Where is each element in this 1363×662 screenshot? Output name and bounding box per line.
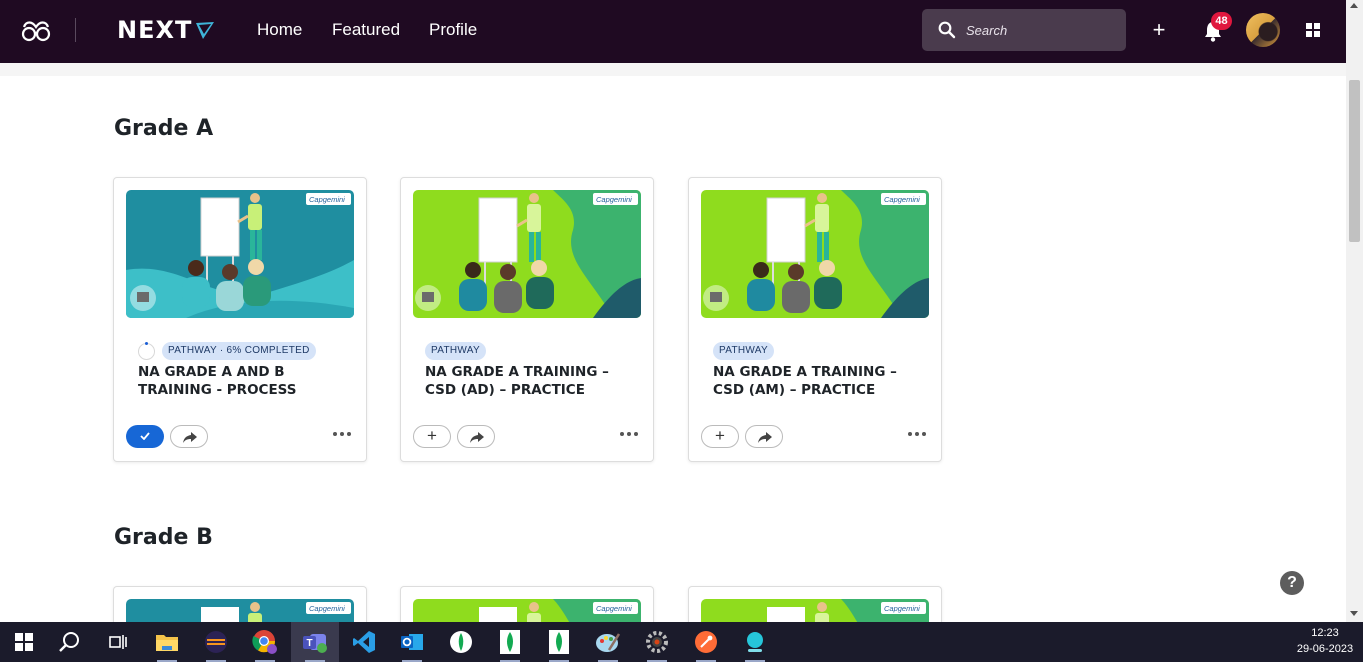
share-arrow-icon	[470, 432, 484, 443]
course-title[interactable]: NA GRADE A AND B TRAINING - PROCESS	[138, 363, 353, 399]
course-thumbnail[interactable]: Capgemini	[126, 190, 354, 318]
mongodb-atlas-icon[interactable]	[535, 622, 583, 662]
svg-text:Capgemini: Capgemini	[309, 604, 345, 613]
progress-ring	[138, 342, 155, 360]
help-button[interactable]: ?	[1280, 571, 1304, 595]
svg-text:Capgemini: Capgemini	[884, 195, 920, 204]
apps-grid-icon[interactable]	[1306, 23, 1320, 37]
clock-date: 29-06-2023	[1296, 643, 1354, 655]
share-arrow-icon	[758, 432, 772, 443]
add-to-list-button[interactable]: +	[701, 425, 739, 448]
share-arrow-icon	[183, 432, 197, 443]
app-icon[interactable]	[731, 622, 779, 662]
vscode-icon[interactable]	[340, 622, 388, 662]
course-card[interactable]: Capgemini PATHWAY NA GRADE A TRAINING – …	[688, 177, 942, 462]
brand-logo[interactable]: NEXT	[117, 16, 216, 44]
pathway-tag: PATHWAY	[425, 342, 486, 360]
svg-text:Capgemini: Capgemini	[884, 604, 920, 613]
search-icon	[938, 21, 956, 39]
paint-icon[interactable]	[584, 622, 632, 662]
check-icon	[140, 432, 150, 441]
search-icon[interactable]	[46, 622, 94, 662]
share-button[interactable]	[457, 425, 495, 448]
course-title[interactable]: NA GRADE A TRAINING – CSD (AM) – PRACTIC…	[713, 363, 928, 399]
svg-text:T: T	[307, 638, 313, 649]
svg-text:Capgemini: Capgemini	[596, 604, 632, 613]
windows-start-icon[interactable]	[0, 622, 48, 662]
glasses-logo-icon[interactable]	[20, 19, 52, 43]
avatar[interactable]	[1246, 13, 1280, 47]
task-view-icon[interactable]	[94, 622, 142, 662]
more-options-icon[interactable]	[908, 432, 926, 438]
add-to-list-button[interactable]: +	[413, 425, 451, 448]
nav-link-featured[interactable]: Featured	[332, 20, 400, 40]
nav-link-profile[interactable]: Profile	[429, 20, 477, 40]
scrollbar-thumb[interactable]	[1349, 80, 1360, 242]
course-thumbnail[interactable]: Capgemini	[701, 190, 929, 318]
plus-icon: +	[427, 426, 437, 445]
enrolled-check-button[interactable]	[126, 425, 164, 448]
pathway-tag: PATHWAY	[713, 342, 774, 360]
pathway-tag: PATHWAY · 6% COMPLETED	[162, 342, 316, 360]
notification-badge: 48	[1211, 12, 1232, 30]
top-navbar: NEXT Home Featured Profile + 48	[0, 0, 1346, 63]
nav-link-home[interactable]: Home	[257, 20, 302, 40]
share-button[interactable]	[745, 425, 783, 448]
more-options-icon[interactable]	[620, 432, 638, 438]
swoosh-icon	[196, 22, 215, 39]
course-title[interactable]: NA GRADE A TRAINING – CSD (AD) – PRACTIC…	[425, 363, 640, 399]
clock-time: 12:23	[1311, 627, 1339, 639]
course-thumbnail[interactable]: Capgemini	[413, 190, 641, 318]
file-explorer-icon[interactable]	[143, 622, 191, 662]
course-card[interactable]: Capgemini PATHWAY · 6% COMPLETED NA GRAD…	[113, 177, 367, 462]
more-options-icon[interactable]	[333, 432, 351, 438]
settings-icon[interactable]	[633, 622, 681, 662]
nav-divider	[75, 18, 76, 42]
search-input[interactable]	[966, 22, 1116, 38]
section-title-grade-b: Grade B	[114, 525, 213, 550]
plus-icon[interactable]: +	[1150, 19, 1168, 41]
mongodb-icon[interactable]	[486, 622, 534, 662]
svg-text:Capgemini: Capgemini	[309, 195, 345, 204]
windows-taskbar: T	[0, 622, 1363, 662]
brand-name: NEXT	[117, 16, 193, 44]
plus-icon: +	[715, 426, 725, 445]
scroll-down-arrow-icon[interactable]	[1350, 611, 1358, 616]
section-title-grade-a: Grade A	[114, 116, 214, 141]
taskbar-clock[interactable]: 12:23 29-06-2023	[1290, 625, 1360, 657]
chrome-icon[interactable]	[241, 622, 289, 662]
outlook-icon[interactable]	[388, 622, 436, 662]
teams-icon[interactable]: T	[291, 622, 339, 662]
share-button[interactable]	[170, 425, 208, 448]
search-box[interactable]	[922, 9, 1126, 51]
scroll-up-arrow-icon[interactable]	[1350, 3, 1358, 8]
postman-icon[interactable]	[682, 622, 730, 662]
mongodb-compass-icon[interactable]	[437, 622, 485, 662]
eclipse-icon[interactable]	[192, 622, 240, 662]
sub-bar	[0, 63, 1346, 76]
course-card[interactable]: Capgemini PATHWAY NA GRADE A TRAINING – …	[400, 177, 654, 462]
svg-text:Capgemini: Capgemini	[596, 195, 632, 204]
